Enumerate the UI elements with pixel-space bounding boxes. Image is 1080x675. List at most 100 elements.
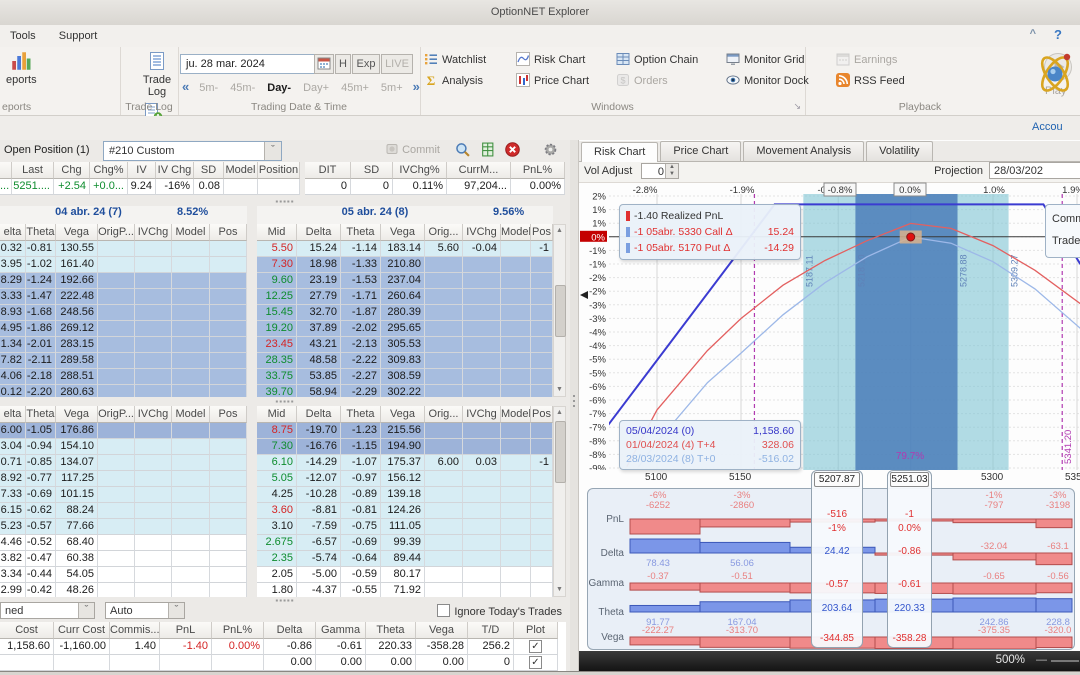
table-row[interactable]: 3.33-1.47222.48 xyxy=(0,289,247,305)
column-header[interactable]: Orig... xyxy=(425,406,463,423)
column-header[interactable]: OrigP... xyxy=(98,224,135,241)
trade-log-button[interactable]: Trade Log xyxy=(136,47,178,98)
column-header[interactable]: IVChg xyxy=(463,406,501,423)
table-row[interactable]: 3.82-0.4760.38 xyxy=(0,551,247,567)
table-row[interactable]: 39.7058.94-2.29302.22 xyxy=(257,385,553,397)
column-header[interactable]: IVChg xyxy=(463,224,501,241)
projection-date-input[interactable]: 28/03/202 xyxy=(989,162,1080,179)
table-row[interactable]: 1.34-2.01283.15 xyxy=(0,337,247,353)
ignore-todays-trades-checkbox[interactable]: Ignore Today's Trades xyxy=(437,604,562,618)
column-header[interactable]: elta xyxy=(0,224,26,241)
column-header[interactable]: Vega xyxy=(381,406,425,423)
search-icon[interactable] xyxy=(455,142,470,157)
commit-button[interactable]: Commit xyxy=(385,142,440,156)
table-row[interactable]: 3.34-0.4454.05 xyxy=(0,567,247,583)
column-header[interactable]: Theta xyxy=(26,406,56,423)
exp-button[interactable]: Exp xyxy=(352,54,380,74)
option-chain-button[interactable]: Option Chain xyxy=(616,52,712,69)
splitter-handle[interactable]: ▪▪▪▪▪ xyxy=(0,199,570,205)
column-header[interactable]: Delta xyxy=(297,224,341,241)
column-header[interactable]: Plot xyxy=(514,622,558,639)
date-step-Dayplus[interactable]: Day+ xyxy=(303,82,329,94)
column-header[interactable]: Pos xyxy=(531,406,553,423)
column-header[interactable]: Vega xyxy=(56,406,98,423)
comment-button[interactable]: Comme xyxy=(1052,209,1080,231)
table-row[interactable]: 9.6023.19-1.53237.04 xyxy=(257,273,553,289)
date-step-5mplus[interactable]: 5m+ xyxy=(381,82,403,94)
table-row[interactable]: 8.93-1.68248.56 xyxy=(0,305,247,321)
column-header[interactable]: Model xyxy=(501,406,531,423)
reports-button[interactable]: eports xyxy=(0,47,43,86)
collapse-ribbon-icon[interactable]: ^ xyxy=(1030,28,1036,40)
column-header[interactable]: Chg xyxy=(54,162,90,179)
trade-calculator-button[interactable]: Trade C xyxy=(1052,231,1080,253)
table-row[interactable]: 5.05-12.07-0.97156.12 xyxy=(257,471,553,487)
analysis-button[interactable]: ΣAnalysis xyxy=(424,73,502,90)
account-link[interactable]: Accou xyxy=(1032,121,1080,133)
table-row[interactable]: 6.15-0.6288.24 xyxy=(0,503,247,519)
column-header[interactable]: IVChg xyxy=(135,224,172,241)
column-header[interactable]: Mid xyxy=(257,224,297,241)
column-header[interactable]: Commis... xyxy=(110,622,160,639)
vol-adjust-spinner[interactable]: 0▲▼ xyxy=(641,163,679,179)
price-marker-column[interactable]: 5207.87-516-1%24.42-0.57203.64-344.85 xyxy=(811,470,863,648)
table-row[interactable]: 28.3548.58-2.22309.83 xyxy=(257,353,553,369)
price-chart-button[interactable]: Price Chart xyxy=(516,73,602,90)
view-mode-select[interactable]: nedˇ xyxy=(0,602,95,619)
column-header[interactable]: Curr Cost xyxy=(54,622,110,639)
watchlist-button[interactable]: Watchlist xyxy=(424,52,502,69)
table-row[interactable]: 1,158.60-1,160.001.40-1.400.00%-0.86-0.6… xyxy=(0,639,566,655)
risk-chart[interactable]: 2%1%1%0%-1%-1%-2%-2%-3%-3%-4%-4%-5%-5%-6… xyxy=(579,182,1080,470)
table-row[interactable]: 8.92-0.77117.25 xyxy=(0,471,247,487)
column-header[interactable]: Pos xyxy=(531,224,553,241)
column-header[interactable]: Vega xyxy=(381,224,425,241)
spinner-arrows-icon[interactable]: ▲▼ xyxy=(665,164,678,178)
table-row[interactable]: 3.10-7.59-0.75111.05 xyxy=(257,519,553,535)
prev-day-button[interactable]: « xyxy=(182,79,189,94)
column-header[interactable]: Pos xyxy=(210,224,247,241)
column-header[interactable]: Delta xyxy=(264,622,316,639)
calendar-icon[interactable] xyxy=(314,54,334,74)
date-step-Dayminus[interactable]: Day- xyxy=(267,82,291,94)
column-header[interactable]: elta xyxy=(0,406,26,423)
table-row[interactable]: 8.75-19.70-1.23215.56 xyxy=(257,423,553,439)
scroll-up-icon[interactable]: ▲ xyxy=(554,225,565,237)
close-position-icon[interactable] xyxy=(505,142,520,157)
table-row[interactable]: 3.95-1.02161.40 xyxy=(0,257,247,273)
table-row[interactable]: 33.7553.85-2.27308.59 xyxy=(257,369,553,385)
settings-icon[interactable] xyxy=(543,142,558,157)
column-header[interactable]: PnL% xyxy=(212,622,264,639)
scroll-down-icon[interactable]: ▼ xyxy=(554,384,565,396)
help-icon[interactable]: ? xyxy=(1054,27,1062,42)
table-row[interactable]: 4.06-2.18288.51 xyxy=(0,369,247,385)
scrollbar-lower[interactable]: ▲ ▼ xyxy=(553,406,566,597)
column-header[interactable]: T/D xyxy=(468,622,514,639)
table-row[interactable]: 15.4532.70-1.87280.39 xyxy=(257,305,553,321)
menu-tools[interactable]: Tools xyxy=(0,25,46,47)
column-header[interactable]: Vega xyxy=(56,224,98,241)
strategy-dropdown-icon[interactable]: ˇ xyxy=(264,142,281,160)
column-header[interactable]: Model xyxy=(501,224,531,241)
title-bar[interactable]: OptionNET Explorer xyxy=(0,0,1080,26)
live-button[interactable]: LIVE xyxy=(381,54,413,74)
comment-flyout[interactable]: Comme Trade C xyxy=(1045,204,1080,258)
column-header[interactable]: Theta xyxy=(26,224,56,241)
tab-risk-chart[interactable]: Risk Chart xyxy=(581,142,658,163)
column-header[interactable]: Gamma xyxy=(316,622,366,639)
menu-support[interactable]: Support xyxy=(49,25,108,47)
column-header[interactable]: Theta xyxy=(341,406,381,423)
table-row[interactable]: 1.80-4.37-0.5571.92 xyxy=(257,583,553,597)
table-row[interactable]: 6.10-14.29-1.07175.376.000.03-1 xyxy=(257,455,553,471)
export-icon[interactable] xyxy=(480,142,495,157)
column-header[interactable]: Theta xyxy=(366,622,416,639)
scrollbar-upper[interactable]: ▲ ▼ xyxy=(553,224,566,397)
column-header[interactable] xyxy=(0,162,12,179)
table-row[interactable]: 6.00-1.05176.86 xyxy=(0,423,247,439)
table-row[interactable]: 2.35-5.74-0.6489.44 xyxy=(257,551,553,567)
column-header[interactable]: Vega xyxy=(416,622,468,639)
column-header[interactable]: Model xyxy=(224,162,258,179)
column-header[interactable]: Chg% xyxy=(90,162,128,179)
column-header[interactable]: OrigP... xyxy=(98,406,135,423)
column-header[interactable]: IVChg% xyxy=(393,162,447,179)
zoom-slider[interactable] xyxy=(1051,660,1079,662)
